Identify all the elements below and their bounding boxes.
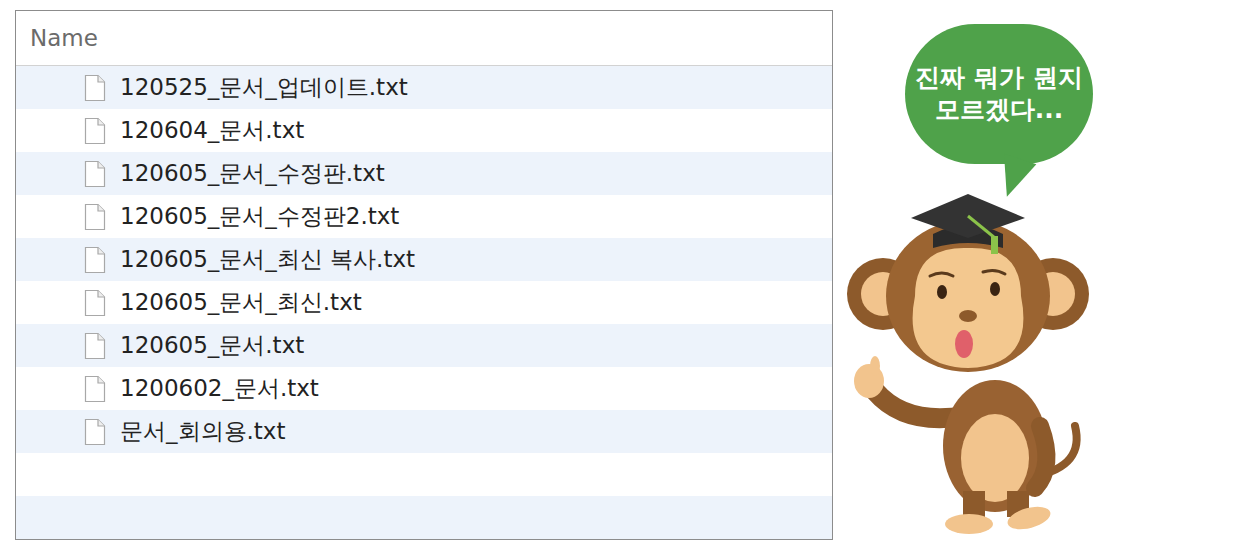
document-icon [84,117,106,145]
document-icon [84,203,106,231]
document-icon [84,289,106,317]
file-row[interactable]: 문서_회의용.txt [16,410,832,453]
empty-row [16,453,832,496]
file-row[interactable]: 120605_문서_최신 복사.txt [16,238,832,281]
file-row[interactable]: 120525_문서_업데이트.txt [16,66,832,109]
file-name: 1200602_문서.txt [120,373,319,404]
file-name: 120525_문서_업데이트.txt [120,72,408,103]
file-row[interactable]: 120605_문서.txt [16,324,832,367]
document-icon [84,418,106,446]
mascot-area: 진짜 뭐가 뭔지모르겠다... [845,10,1105,552]
document-icon [84,375,106,403]
file-row[interactable]: 120604_문서.txt [16,109,832,152]
file-list: Name 120525_문서_업데이트.txt 120604_문서.txt 12060… [15,10,833,540]
document-icon [84,332,106,360]
file-row[interactable]: 120605_문서_수정판.txt [16,152,832,195]
file-name: 120605_문서_최신.txt [120,287,362,318]
column-header[interactable]: Name [16,11,832,66]
file-row[interactable]: 120605_문서_최신.txt [16,281,832,324]
file-name: 문서_회의용.txt [120,416,285,447]
document-icon [84,246,106,274]
empty-row [16,496,832,539]
speech-text: 진짜 뭐가 뭔지 [915,62,1082,95]
file-name: 120605_문서_수정판2.txt [120,201,399,232]
file-name: 120605_문서.txt [120,330,304,361]
speech-bubble: 진짜 뭐가 뭔지모르겠다... [905,24,1093,164]
file-name: 120605_문서_수정판.txt [120,158,385,189]
file-row[interactable]: 120605_문서_수정판2.txt [16,195,832,238]
file-name: 120604_문서.txt [120,115,304,146]
speech-text: 모르겠다... [935,94,1064,127]
monkey-icon [845,176,1095,538]
document-icon [84,74,106,102]
file-name: 120605_문서_최신 복사.txt [120,244,415,275]
file-row[interactable]: 1200602_문서.txt [16,367,832,410]
document-icon [84,160,106,188]
page: Name 120525_문서_업데이트.txt 120604_문서.txt 12060… [0,0,1260,552]
